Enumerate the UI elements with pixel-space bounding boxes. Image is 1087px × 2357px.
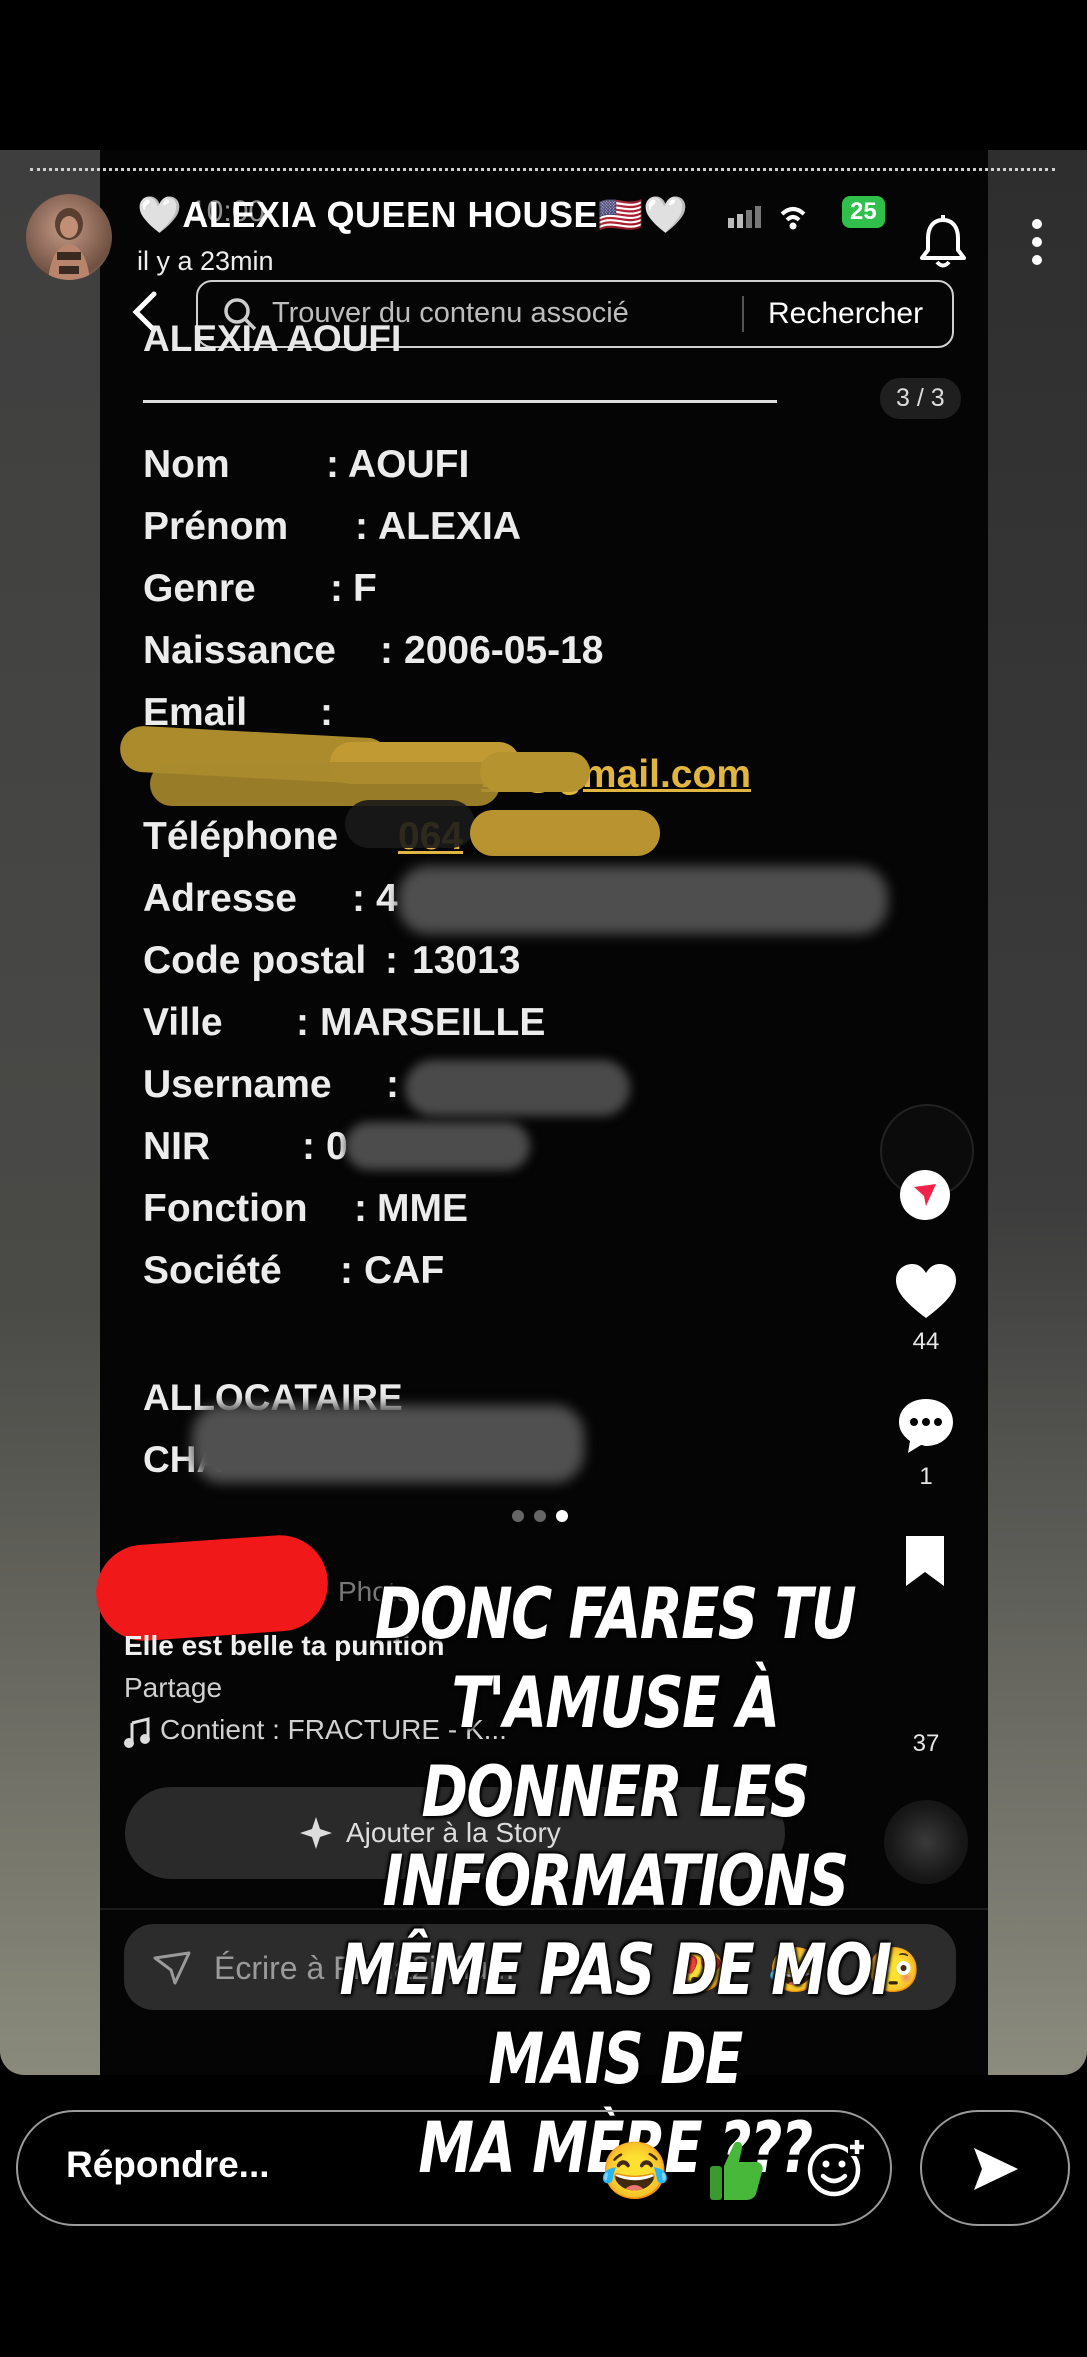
field-separator: : xyxy=(320,691,333,734)
redaction-scribble xyxy=(345,800,475,848)
add-reaction-icon[interactable] xyxy=(804,2136,868,2205)
field-value: MARSEILLE xyxy=(320,1001,546,1044)
reply-placeholder: Répondre... xyxy=(66,2144,270,2185)
field-label: Genre xyxy=(143,567,256,610)
field-separator: : xyxy=(326,443,339,486)
overlay-line: DONC FARES TU T'AMUSE À xyxy=(374,1573,857,1744)
story-timestamp: il y a 23min xyxy=(137,246,274,276)
share-icon[interactable] xyxy=(900,1170,950,1220)
field-value: 13013 xyxy=(412,939,521,982)
carousel-dot-active xyxy=(556,1510,568,1522)
field-separator: : xyxy=(302,1125,315,1168)
field-separator: : xyxy=(352,877,365,920)
field-value: F xyxy=(353,567,377,610)
field-label: Téléphone xyxy=(143,815,339,858)
overlay-line: DONNER LES INFORMATIONS xyxy=(382,1751,849,1922)
field-separator: : xyxy=(354,1187,367,1230)
bell-icon[interactable] xyxy=(918,214,968,270)
thumbs-up-icon[interactable] xyxy=(706,2138,766,2207)
field-label: Code postal xyxy=(143,939,367,982)
field-value: CAF xyxy=(364,1249,445,1292)
field-value: 2006-05-18 xyxy=(404,629,604,672)
like-count: 44 xyxy=(912,1328,940,1355)
carousel-dot xyxy=(534,1510,546,1522)
story-text-overlay: DONC FARES TU T'AMUSE À DONNER LES INFOR… xyxy=(283,1570,947,2193)
story-background-right xyxy=(988,150,1087,2075)
field-separator: : xyxy=(355,505,368,548)
overlay-line: MÊME PAS DE MOI MAIS DE xyxy=(339,1929,893,2100)
redaction-blur xyxy=(192,1405,584,1483)
more-options-icon[interactable] xyxy=(1022,214,1052,270)
music-note-icon xyxy=(124,1717,152,1754)
field-separator: : xyxy=(386,1063,399,1106)
comment-icon[interactable] xyxy=(896,1396,956,1461)
redaction-blur xyxy=(345,1122,530,1170)
redaction-blur xyxy=(405,1060,630,1116)
document-heading: ALEXIA AOUFI xyxy=(143,318,402,359)
story-progress-bar xyxy=(30,168,1055,171)
field-value: ALEXIA xyxy=(378,505,522,548)
heart-icon[interactable] xyxy=(894,1262,958,1325)
field-label: Fonction xyxy=(143,1187,308,1230)
field-separator: : xyxy=(340,1249,353,1292)
field-separator: : xyxy=(380,629,393,672)
field-label: Naissance xyxy=(143,629,336,672)
field-label: Société xyxy=(143,1249,282,1292)
field-label: Prénom xyxy=(143,505,289,548)
comment-count: 1 xyxy=(919,1463,933,1490)
story-background-left xyxy=(0,150,100,2075)
field-value: MME xyxy=(377,1187,468,1230)
page-indicator: 3 / 3 xyxy=(880,378,961,419)
redaction-blur xyxy=(398,866,888,934)
search-divider xyxy=(742,296,744,332)
quick-reaction-laughing[interactable]: 😂 xyxy=(600,2138,670,2204)
field-value: 4 xyxy=(376,877,398,920)
avatar[interactable] xyxy=(26,194,112,280)
send-arrow-icon xyxy=(152,1950,192,1991)
share-line: Partage xyxy=(124,1672,223,1703)
field-label: NIR xyxy=(143,1125,211,1168)
field-value: AOUFI xyxy=(348,443,470,486)
story-account-name[interactable]: 🤍ALEXIA QUEEN HOUSE🇺🇸🤍 xyxy=(137,194,689,236)
battery-indicator: 25 xyxy=(842,196,885,228)
signal-wifi-icon xyxy=(726,200,826,245)
search-button[interactable]: Rechercher xyxy=(768,297,923,331)
field-separator: : xyxy=(296,1001,309,1044)
redaction-scribble xyxy=(480,752,590,792)
field-label: Ville xyxy=(143,1001,223,1044)
field-label: Nom xyxy=(143,443,230,486)
document-underline xyxy=(143,400,777,403)
field-separator: : xyxy=(385,939,398,982)
redaction-scribble xyxy=(470,810,660,856)
field-label: Adresse xyxy=(143,877,297,920)
send-icon xyxy=(970,2144,1022,2199)
field-label: Username xyxy=(143,1063,332,1106)
carousel-dot xyxy=(512,1510,524,1522)
field-separator: : xyxy=(330,567,343,610)
